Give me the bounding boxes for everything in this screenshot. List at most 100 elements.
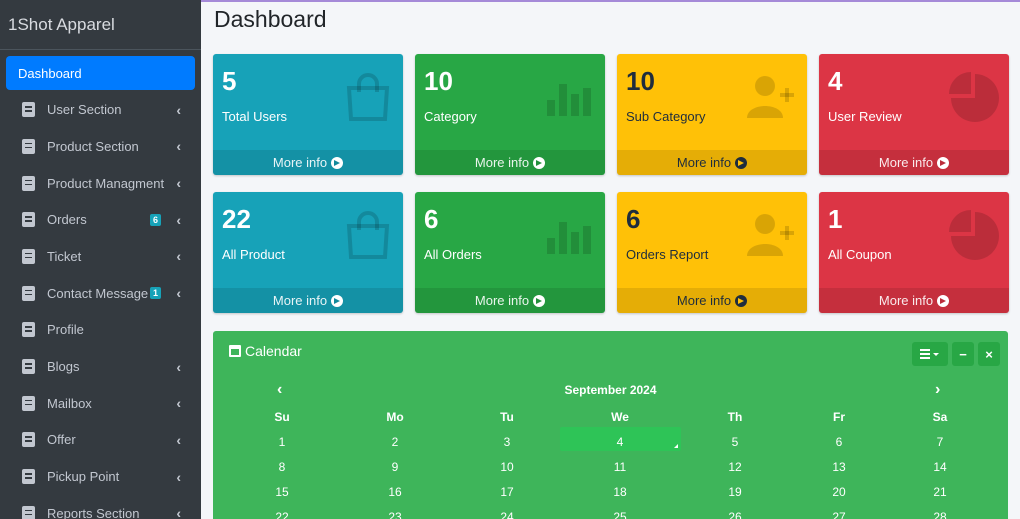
more-info-label: More info [676,293,732,308]
stat-label: User Review [828,109,902,124]
sidebar-item-label: Contact Message [47,285,149,301]
more-info-link[interactable]: More info [213,150,403,175]
next-month-button[interactable]: › [935,381,940,399]
contact-count-badge: 1 [149,287,161,300]
stat-value: 6 [424,204,439,234]
calendar-month-label[interactable]: September 2024 [213,383,1008,397]
sidebar-item-product-managment[interactable]: Product Managment ‹ [6,166,195,200]
sidebar-item-ticket[interactable]: Ticket ‹ [6,239,195,273]
stat-label: Orders Report [626,247,709,262]
calendar-day[interactable]: 11 [560,460,680,474]
sidebar-item-dashboard[interactable]: Dashboard [6,56,195,90]
calendar-day[interactable]: 14 [880,460,1000,474]
calendar-day[interactable]: 24 [447,510,567,519]
calendar-day[interactable]: 25 [560,510,680,519]
close-icon: × [985,346,993,362]
sidebar: 1Shot Apparel Dashboard User Section ‹ Pr… [0,0,201,519]
calendar-day[interactable]: 21 [880,485,1000,499]
user-plus-icon [747,214,794,256]
stat-box-user-review: 4 User Review More info [819,54,1009,175]
arrow-circle-right-icon [331,156,344,169]
book-icon [22,322,35,338]
sidebar-item-label: Reports Section [47,505,140,519]
more-info-link[interactable]: More info [213,288,403,313]
stat-value: 10 [626,66,655,96]
calendar-day[interactable]: 3 [447,435,567,449]
bar-chart-icon [547,222,591,254]
sidebar-item-user-section[interactable]: User Section ‹ [6,93,195,127]
sidebar-item-label: Mailbox [47,395,92,411]
weekday-label: Th [727,410,743,424]
calendar-day[interactable]: 17 [447,485,567,499]
chevron-left-icon: ‹ [176,248,181,265]
calendar-day[interactable]: 5 [675,435,795,449]
arrow-circle-right-icon [937,294,950,307]
calendar-day[interactable]: 22 [222,510,342,519]
calendar-menu-button[interactable] [912,342,948,366]
calendar-day[interactable]: 26 [675,510,795,519]
stat-value: 10 [424,66,453,96]
calendar-day[interactable]: 10 [447,460,567,474]
calendar-week-row: 1 2 3 4 5 6 7 [213,432,1008,457]
book-icon [22,359,35,374]
stat-label: All Coupon [828,247,892,262]
calendar-day[interactable]: 1 [222,435,342,449]
sidebar-item-product-section[interactable]: Product Section ‹ [6,129,195,163]
calendar-day[interactable]: 7 [880,435,1000,449]
chevron-left-icon: ‹ [176,468,181,485]
stat-value: 4 [828,66,843,96]
stat-label: Sub Category [626,109,706,124]
sidebar-item-contact-message[interactable]: Contact Message 1 ‹ [6,276,195,310]
sidebar-item-pickup-point[interactable]: Pickup Point ‹ [6,460,195,494]
arrow-circle-right-icon [331,294,344,307]
book-icon [22,248,35,264]
stat-label: All Orders [424,247,482,262]
more-info-label: More info [878,155,934,170]
more-info-link[interactable]: More info [617,150,807,175]
stat-box-orders-report: 6 Orders Report More info [617,192,807,313]
book-icon [22,175,35,191]
calendar-day[interactable]: 9 [335,460,455,474]
calendar-day-selected[interactable]: 4 [560,435,680,449]
sidebar-item-label: Profile [47,322,84,338]
calendar-card: Calendar − × ‹ September 2024 › Su Mo Tu… [213,331,1008,519]
sidebar-item-reports-section[interactable]: Reports Section ‹ [6,496,195,519]
arrow-circle-right-icon [937,156,950,169]
calendar-grid: Su Mo Tu We Th Fr Sa 1 2 3 4 5 6 7 8 9 1… [213,407,1008,519]
sidebar-item-label: Orders [47,212,87,228]
sidebar-item-mailbox[interactable]: Mailbox ‹ [6,386,195,420]
chevron-left-icon: ‹ [176,175,181,192]
calendar-day[interactable]: 8 [222,460,342,474]
weekday-header-row: Su Mo Tu We Th Fr Sa [213,407,1008,432]
sidebar-item-orders[interactable]: Orders 6 ‹ [6,203,195,237]
more-info-link[interactable]: More info [415,288,605,313]
top-border [201,0,1020,2]
remove-button[interactable]: × [978,342,1000,366]
sidebar-item-offer[interactable]: Offer ‹ [6,423,195,457]
calendar-day[interactable]: 12 [675,460,795,474]
collapse-button[interactable]: − [952,342,974,366]
calendar-day[interactable]: 18 [560,485,680,499]
sidebar-item-label: Offer [47,432,76,448]
more-info-label: More info [474,293,530,308]
calendar-day[interactable]: 15 [222,485,342,499]
chevron-left-icon: ‹ [176,285,181,302]
brand-title[interactable]: 1Shot Apparel [0,0,201,50]
weekday-label: We [611,410,629,424]
calendar-day[interactable]: 16 [335,485,455,499]
calendar-day[interactable]: 2 [335,435,455,449]
sidebar-item-blogs[interactable]: Blogs ‹ [6,350,195,384]
more-info-link[interactable]: More info [819,288,1009,313]
pie-chart-icon [949,210,999,260]
more-info-link[interactable]: More info [819,150,1009,175]
sidebar-item-profile[interactable]: Profile [6,313,195,347]
calendar-day[interactable]: 23 [335,510,455,519]
more-info-link[interactable]: More info [617,288,807,313]
calendar-day[interactable]: 19 [675,485,795,499]
calendar-day[interactable]: 28 [880,510,1000,519]
more-info-link[interactable]: More info [415,150,605,175]
stat-value: 22 [222,204,251,234]
more-info-label: More info [272,155,328,170]
chevron-left-icon: ‹ [176,138,181,155]
weekday-label: Mo [386,410,404,424]
